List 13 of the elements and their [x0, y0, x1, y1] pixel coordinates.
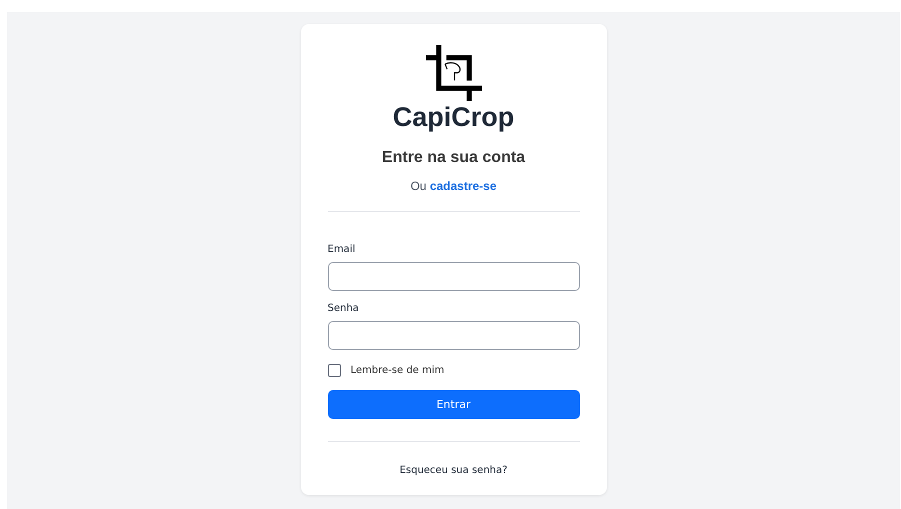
remember-label: Lembre-se de mim	[350, 365, 444, 376]
signup-prefix: Ou	[410, 179, 426, 193]
input-field[interactable]	[328, 321, 580, 350]
field-label: Senha	[328, 302, 359, 316]
remember-checkbox[interactable]	[328, 364, 340, 377]
login-button[interactable]: Entrar	[328, 390, 580, 419]
brand-name: CapiCrop	[392, 102, 514, 132]
field-label: Email	[328, 243, 356, 257]
login-heading: Entre na sua conta	[382, 148, 526, 168]
crop-logo-icon	[426, 45, 482, 101]
forgot-password-link[interactable]: Esqueceu sua senha?	[400, 465, 508, 476]
input-field[interactable]	[328, 262, 580, 291]
signup-link[interactable]: cadastre-se	[430, 179, 497, 193]
